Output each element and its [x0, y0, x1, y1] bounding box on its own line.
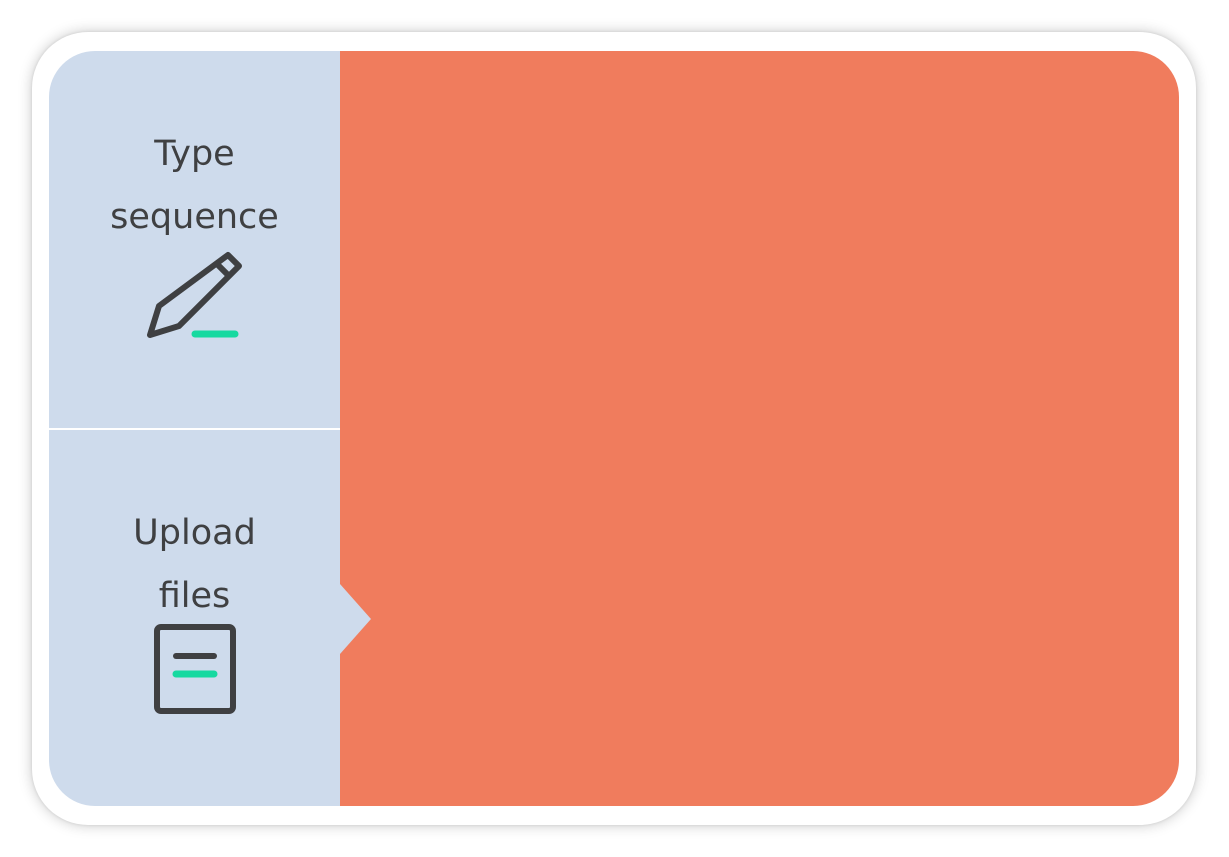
tab-type-sequence-label-line1: Type — [154, 134, 235, 174]
tab-upload-files-label: Upload files — [95, 502, 295, 628]
tab-type-sequence-label-line2: sequence — [110, 197, 279, 237]
tab-type-sequence-label: Type sequence — [95, 123, 295, 249]
selected-tab-pointer — [340, 584, 371, 654]
tab-type-sequence[interactable]: Type sequence — [49, 51, 340, 428]
tab-upload-files-label-line1: Upload — [133, 513, 256, 553]
input-panel: Type sequence Upload files — [49, 51, 1179, 806]
document-icon — [153, 624, 236, 714]
tab-upload-files-label-line2: files — [158, 576, 231, 616]
upload-content-area[interactable] — [340, 51, 1179, 806]
tab-upload-files[interactable]: Upload files — [49, 430, 340, 806]
input-mode-sidebar: Type sequence Upload files — [49, 51, 340, 806]
pencil-icon — [146, 252, 242, 338]
